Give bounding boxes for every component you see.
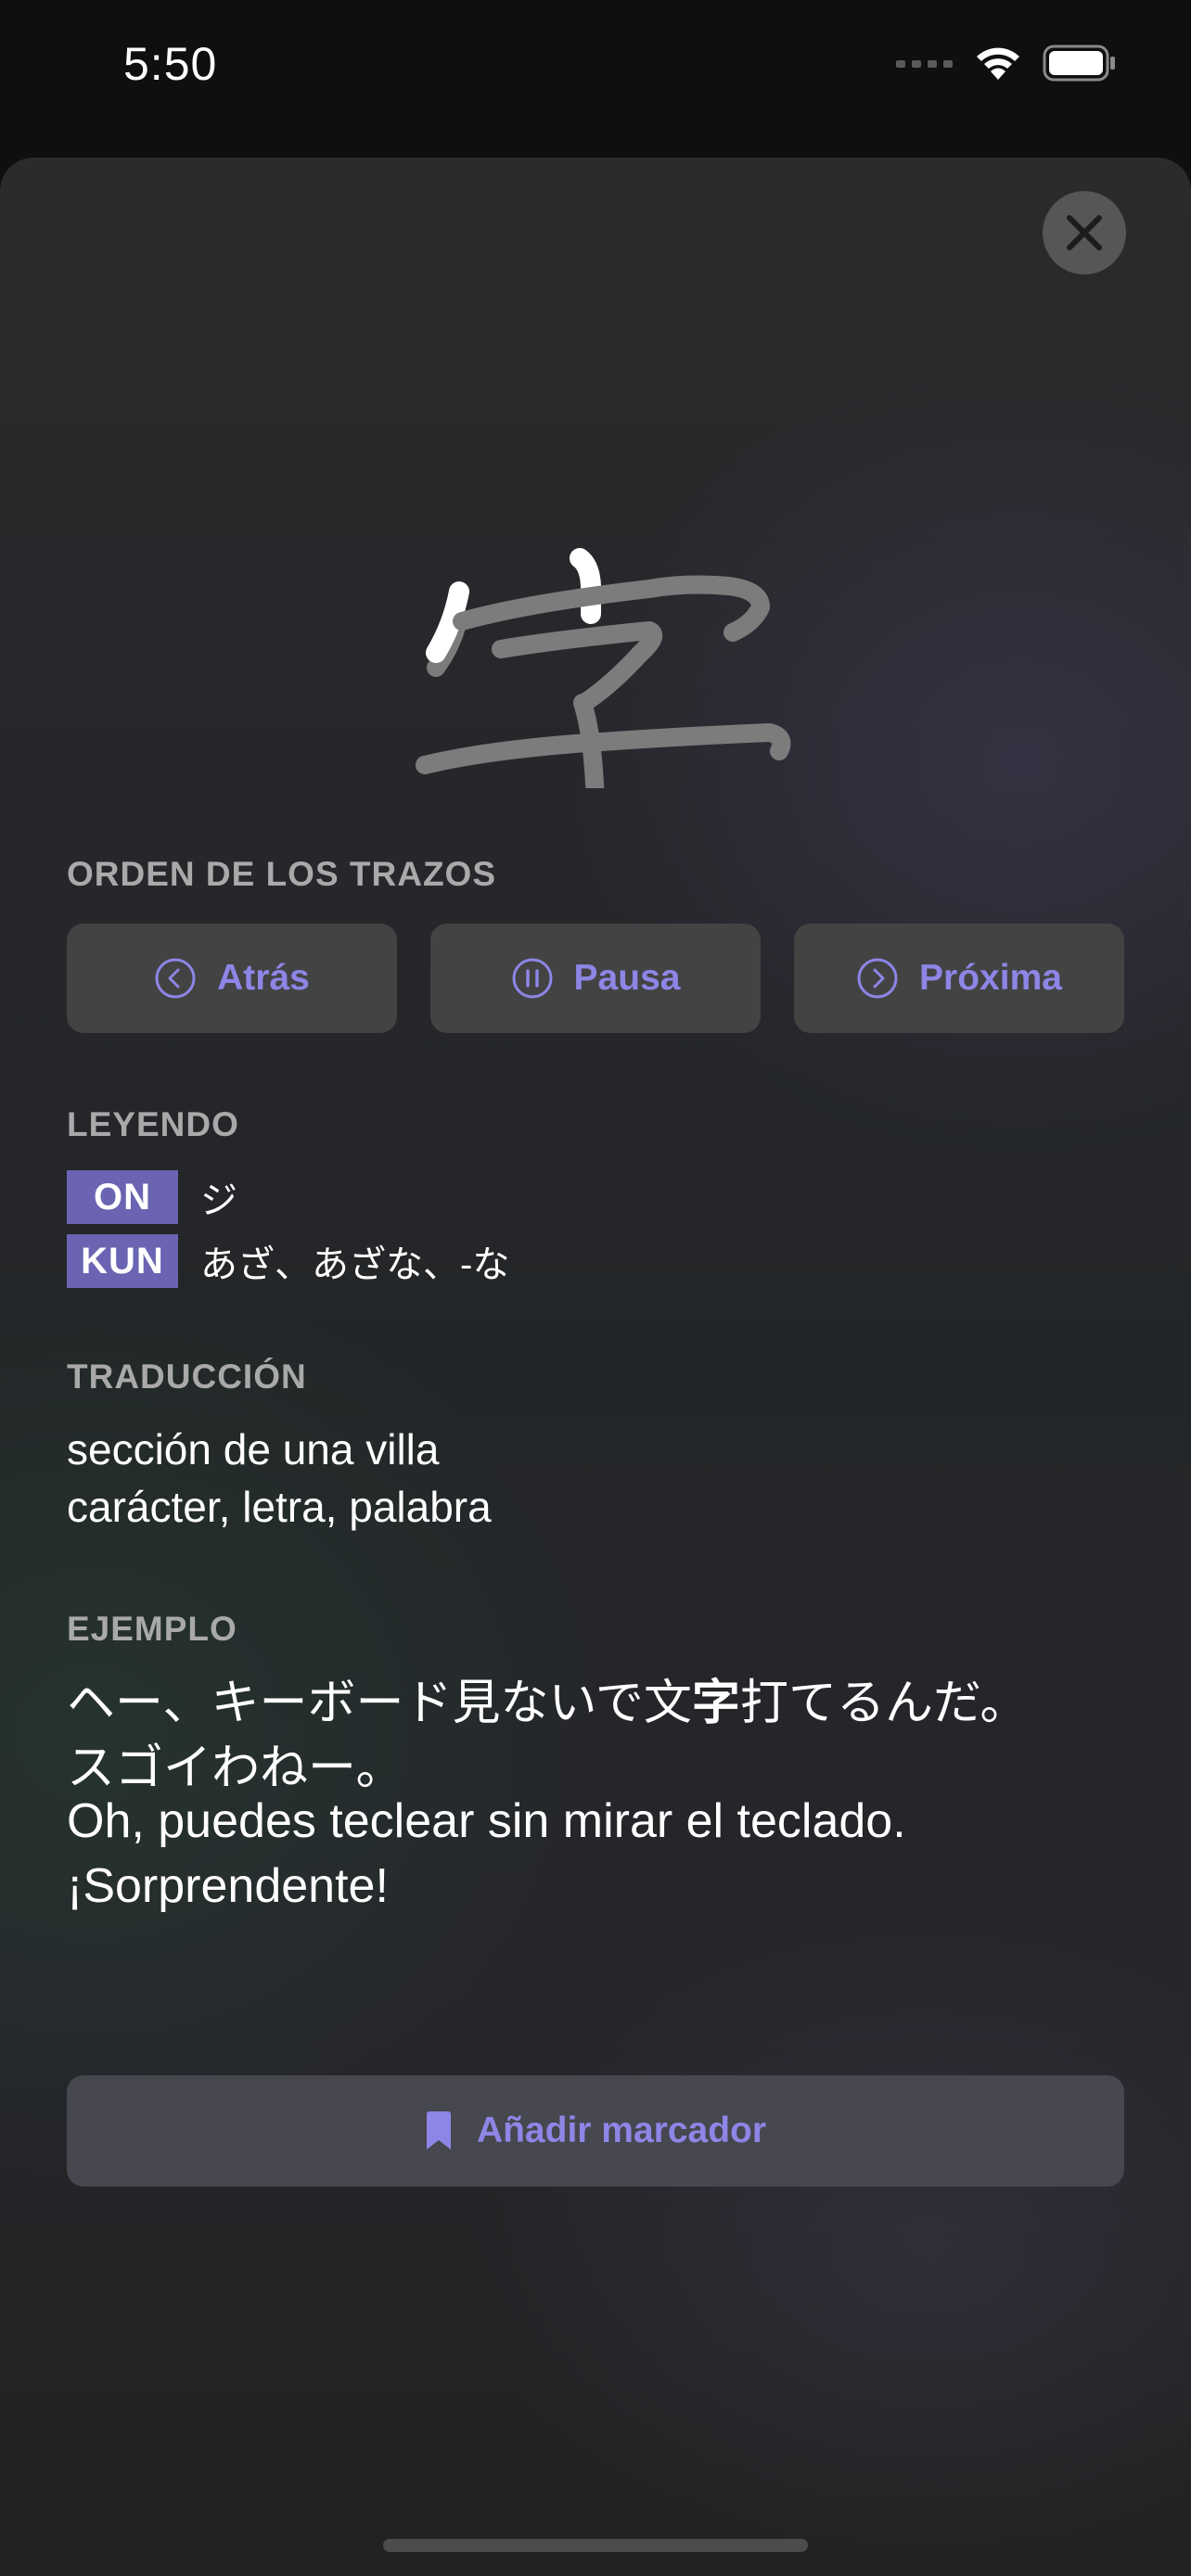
signal-icon (896, 60, 953, 68)
close-button[interactable] (1043, 191, 1126, 274)
on-reading-row: ON ジ (67, 1170, 237, 1224)
example-label: EJEMPLO (67, 1610, 237, 1648)
chevron-left-circle-icon (155, 958, 196, 999)
kun-reading-value: あざ、あざな、-な (200, 1244, 510, 1285)
pause-button-label: Pausa (573, 958, 681, 998)
on-badge: ON (67, 1170, 178, 1224)
reading-label: LEYENDO (67, 1105, 239, 1143)
add-bookmark-button[interactable]: Añadir marcador (67, 2075, 1124, 2187)
kanji-stroke-animation (371, 343, 820, 902)
stroke-order-controls: Atrás Pausa Próxima (67, 924, 1124, 1033)
home-indicator[interactable] (383, 2539, 808, 2552)
status-bar: 5:50 (0, 0, 1191, 148)
pause-circle-icon (512, 958, 553, 999)
stroke-order-label: ORDEN DE LOS TRAZOS (67, 855, 497, 893)
battery-icon (1043, 45, 1115, 82)
example-text: 打てるんだ。 (739, 1677, 1029, 1730)
next-button-label: Próxima (919, 958, 1062, 998)
kun-reading-row: KUN あざ、あざな、-な (67, 1234, 509, 1288)
translation-label: TRADUCCIÓN (67, 1358, 307, 1396)
status-time: 5:50 (123, 38, 218, 90)
add-bookmark-label: Añadir marcador (476, 2111, 767, 2150)
on-reading-value: ジ (200, 1180, 237, 1221)
example-japanese-line-2: スゴイわねー。 (67, 1741, 404, 1795)
example-highlighted-kanji: 字 (691, 1677, 740, 1730)
translation-line: carácter, letra, palabra (67, 1483, 492, 1531)
example-text: ヘー、キーボード見ないで文 (67, 1677, 692, 1730)
back-button-label: Atrás (217, 958, 310, 998)
translation-line: sección de una villa (67, 1425, 440, 1473)
kanji-character (416, 548, 791, 902)
kanji-stroke-4 (492, 621, 663, 712)
kun-badge: KUN (67, 1234, 178, 1288)
kanji-detail-sheet: ORDEN DE LOS TRAZOS Atrás Pausa Próxima (0, 158, 1191, 2576)
wifi-icon (977, 47, 1019, 80)
example-spanish-line-1: Oh, puedes teclear sin mirar el teclado. (67, 1794, 906, 1848)
next-button[interactable]: Próxima (794, 924, 1124, 1033)
chevron-right-circle-icon (857, 958, 898, 999)
example-spanish-line-2: ¡Sorprendente! (67, 1859, 389, 1913)
status-icons (896, 45, 1117, 82)
close-icon (1067, 215, 1102, 250)
kanji-stroke-6 (416, 723, 791, 774)
back-button[interactable]: Atrás (67, 924, 397, 1033)
bookmark-icon (426, 2111, 451, 2149)
example-japanese-line-1: ヘー、キーボード見ないで文字打てるんだ。 (67, 1664, 1028, 1733)
pause-button[interactable]: Pausa (430, 924, 761, 1033)
